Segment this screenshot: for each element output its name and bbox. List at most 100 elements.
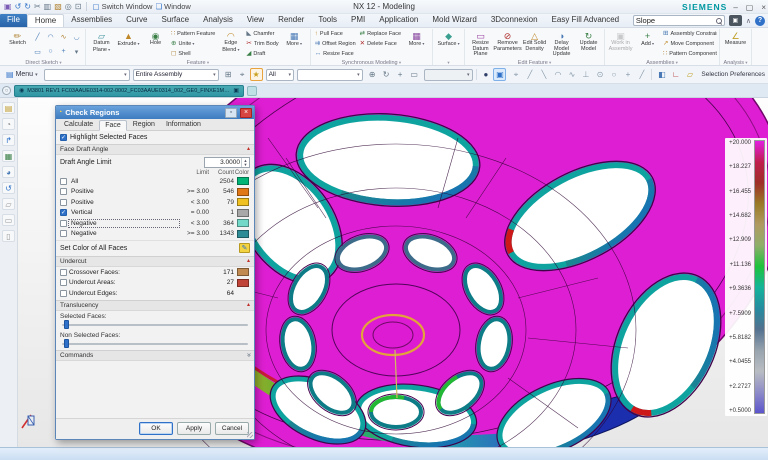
snap-endpoint-icon[interactable]: ╱ [523, 68, 536, 81]
draft-row-color-chip[interactable] [237, 198, 249, 207]
ribbon-tab[interactable]: Surface [154, 14, 196, 27]
select-handles-icon[interactable]: ⊞ [222, 68, 235, 81]
snap-point2-icon[interactable]: + [621, 68, 634, 81]
object-color-icon[interactable]: ◧ [655, 68, 668, 81]
group-direct-sketch[interactable]: ╱ [31, 29, 44, 44]
ribbon-tab[interactable]: File [0, 14, 27, 27]
copy-icon[interactable]: ▥ [44, 2, 52, 11]
part-navigator-icon[interactable]: ↱ [2, 134, 15, 146]
selection-group-combo[interactable] [423, 68, 473, 81]
system-materials-icon[interactable]: ▯ [2, 230, 15, 242]
undercut-row-color-chip[interactable] [237, 289, 249, 297]
group-synchronous-modeling[interactable]: ⇄ Replace Face [358, 29, 403, 39]
selected-faces-slider[interactable] [62, 319, 248, 330]
group-feature[interactable]: ◣ Chamfer [244, 29, 280, 39]
fullscreen-icon[interactable]: ▣ [728, 15, 742, 26]
group-direct-sketch[interactable]: ◡ [70, 29, 83, 44]
collapse-icon[interactable]: ▴ [247, 302, 250, 308]
window-menu-button[interactable]: ❏ Window [155, 2, 190, 11]
draft-table-row[interactable]: Vertical = 0.00 1 [56, 208, 254, 219]
rotate-view-icon[interactable]: ↻ [380, 68, 393, 81]
new-tab-button[interactable] [247, 85, 257, 96]
group-feature[interactable]: ◻ Shell [169, 49, 217, 59]
group-feature[interactable]: ▦ More [281, 29, 308, 59]
undercut-row-color-chip[interactable] [237, 278, 249, 287]
snap-arc-icon[interactable]: ◠ [551, 68, 564, 81]
draft-row-color-chip[interactable] [237, 177, 249, 186]
checkbox-icon[interactable] [60, 219, 67, 227]
ribbon-group-label[interactable]: Feature [88, 59, 308, 66]
group-synchronous-modeling[interactable]: ⇉ Offset Region [313, 39, 358, 49]
dialog-tab[interactable]: Region [128, 120, 160, 130]
cancel-button[interactable]: Cancel [215, 422, 249, 435]
undo-icon[interactable]: ↺ [15, 2, 22, 11]
ribbon-group-label[interactable]: Synchronous Modeling [313, 59, 430, 66]
draft-angle-limit-input[interactable]: 3.0000 ▲ ▼ [204, 157, 250, 168]
draft-table-row[interactable]: Negative >= 3.00 1343 [56, 229, 254, 240]
drag-handles-icon[interactable]: ⌖ [236, 68, 249, 81]
undercut-section-header[interactable]: Undercut ▴ [56, 256, 254, 267]
group-direct-sketch[interactable]: ◠ [44, 29, 57, 44]
group-assemblies[interactable]: ↗ Move Component [661, 39, 717, 49]
tab-list-icon[interactable]: ○ [2, 86, 11, 95]
group-assemblies[interactable]: + Add [634, 29, 661, 59]
snap-point-icon[interactable]: ★ [249, 68, 263, 81]
ribbon-tab[interactable]: Application [372, 14, 425, 27]
zoom-icon[interactable]: ⊕ [366, 68, 379, 81]
draft-row-color-chip[interactable] [237, 187, 249, 196]
group-synchronous-modeling[interactable]: ↔ Resize Face [313, 49, 358, 59]
undercut-row[interactable]: Undercut Areas: 27 [56, 278, 254, 289]
marquee-select-icon[interactable]: ▭ [408, 68, 421, 81]
dialog-float-button[interactable]: ▫ [225, 107, 237, 118]
draft-table-row[interactable]: All 2504 [56, 176, 254, 187]
group-feature[interactable]: ◠ Edge Blend [217, 29, 244, 59]
slider-thumb[interactable] [64, 338, 69, 348]
ribbon-tab[interactable]: Render [271, 14, 311, 27]
pan-icon[interactable]: + [394, 68, 407, 81]
checkbox-icon[interactable] [60, 188, 67, 196]
expand-icon[interactable]: » [245, 353, 252, 357]
group-surface[interactable]: ◆ Surface [435, 29, 462, 59]
slider-thumb[interactable] [64, 319, 69, 329]
checkbox-icon[interactable] [60, 177, 67, 185]
ribbon-tab[interactable]: Curve [119, 14, 154, 27]
ribbon-tab[interactable]: Assemblies [64, 14, 119, 27]
snap-scope-combo[interactable]: All [265, 68, 294, 81]
selection-preferences-label[interactable]: Selection Preferences [701, 71, 765, 78]
snap-angle-icon[interactable]: ╱ [635, 68, 648, 81]
group-feature[interactable]: ⊕ Unite [169, 39, 217, 49]
checkbox-icon[interactable] [60, 279, 67, 287]
spinner-arrows-icon[interactable]: ▲ ▼ [241, 158, 249, 167]
close-button[interactable]: × [761, 3, 766, 12]
draft-table-row[interactable]: Positive < 3.00 79 [56, 197, 254, 208]
highlight-selected-faces-checkbox[interactable]: Highlight Selected Faces [56, 132, 254, 143]
resize-grip[interactable] [247, 432, 253, 438]
group-direct-sketch[interactable]: ∿ [57, 29, 70, 44]
checkbox-icon[interactable] [60, 230, 67, 238]
selection-filter-combo[interactable] [43, 68, 130, 81]
checkbox-icon[interactable] [60, 289, 67, 297]
group-edit-feature[interactable]: ↻ Update Model [575, 29, 602, 59]
measure-ruler-icon[interactable]: ▱ [683, 68, 696, 81]
group-edit-feature[interactable]: △ Edit Solid Density [521, 29, 548, 59]
group-synchronous-modeling[interactable]: ▦ More [403, 29, 430, 59]
dialog-titlebar[interactable]: ◔ Check Regions ▫ × [56, 106, 254, 119]
group-direct-sketch[interactable]: + [57, 44, 70, 59]
group-analysis[interactable]: ∠ Measure [722, 29, 749, 59]
command-finder-input[interactable]: Slope [632, 15, 725, 26]
process-studio-icon[interactable]: ▱ [2, 198, 15, 210]
draft-row-color-chip[interactable] [237, 229, 249, 238]
ribbon-group-label[interactable]: Direct Sketch [4, 59, 83, 66]
save-icon[interactable]: ▣ [4, 2, 12, 11]
cut-icon[interactable]: ✂ [34, 2, 41, 11]
redo-icon[interactable]: ↻ [24, 2, 31, 11]
reuse-library-icon[interactable]: ▦ [2, 150, 15, 162]
group-synchronous-modeling[interactable]: ↑ Pull Face [313, 29, 358, 39]
minimize-ribbon-icon[interactable]: ∧ [746, 17, 751, 25]
ribbon-group-label[interactable]: Edit Feature [467, 59, 602, 66]
part-detach-icon[interactable]: ▣ [233, 87, 239, 94]
ok-button[interactable]: OK [139, 422, 173, 435]
group-edit-feature[interactable]: ▭ Resize Datum Plane [467, 29, 494, 59]
group-feature[interactable]: ∷ Pattern Feature [169, 29, 217, 39]
switch-window-button[interactable]: ▢ Switch Window [92, 2, 152, 11]
